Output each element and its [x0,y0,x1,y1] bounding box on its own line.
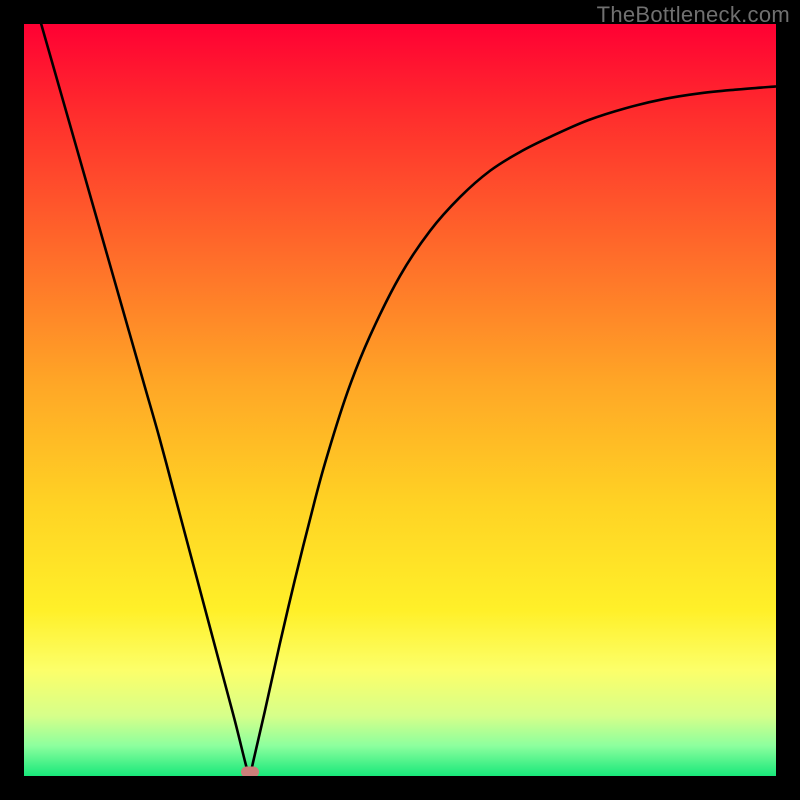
plot-area [24,24,776,776]
watermark-text: TheBottleneck.com [597,2,790,28]
bottleneck-curve [24,24,776,776]
optimal-point-marker [241,767,259,777]
chart-frame: TheBottleneck.com [0,0,800,800]
